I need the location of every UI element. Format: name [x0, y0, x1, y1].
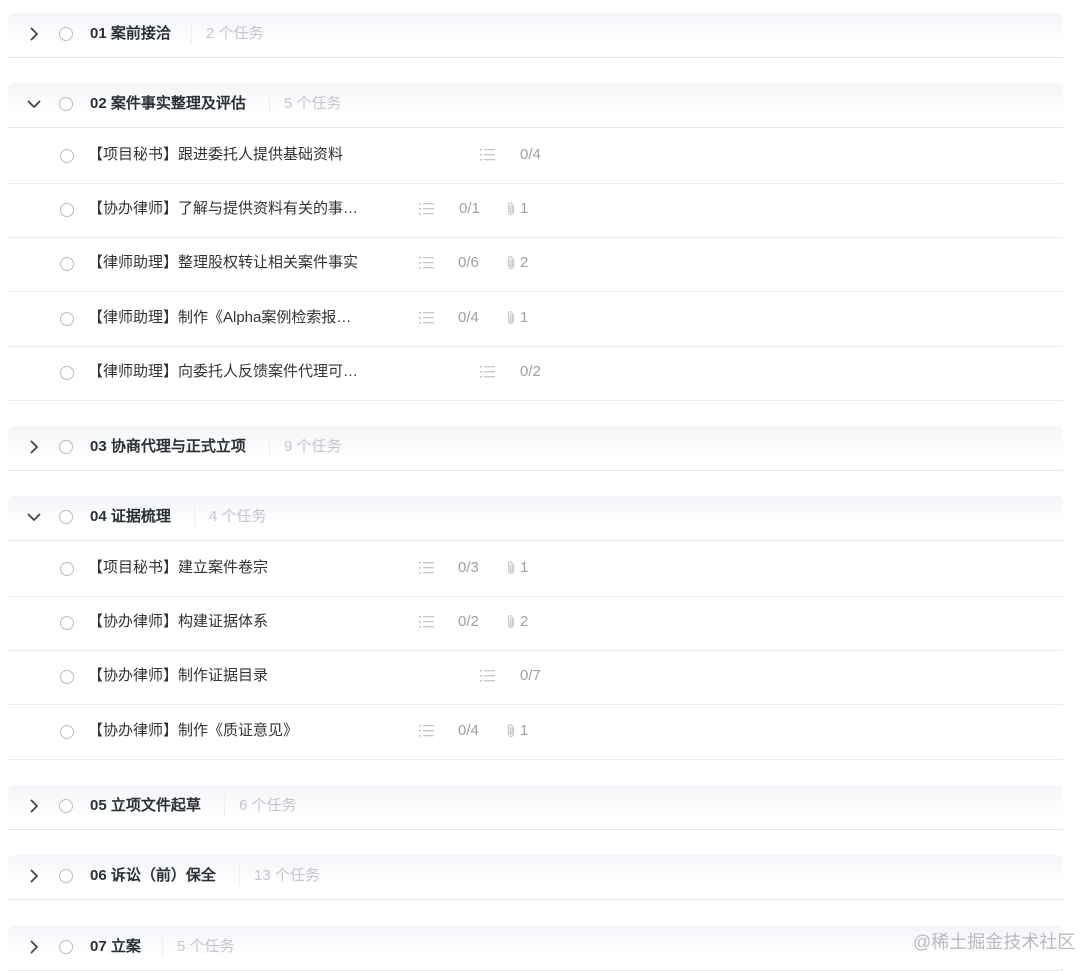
paperclip-icon [505, 310, 517, 326]
subtask-progress: 0/2 [458, 613, 479, 630]
group-title[interactable]: 01 案前接洽 [90, 24, 171, 44]
subtask-progress: 0/4 [520, 146, 541, 163]
group-task-count: 2 个任务 [191, 24, 264, 44]
task-row[interactable]: 【协办律师】制作证据目录 0/7 [8, 650, 1063, 705]
chevron-right-icon[interactable] [24, 937, 44, 957]
chevron-right-icon[interactable] [24, 866, 44, 886]
subtask-progress: 0/3 [458, 559, 479, 576]
task-complete-checkbox[interactable] [60, 616, 74, 630]
group-complete-checkbox[interactable] [59, 97, 73, 111]
list-icon [419, 561, 435, 575]
list-icon [419, 202, 435, 216]
attachment-count: 1 [520, 200, 529, 217]
subtask-progress: 0/4 [458, 722, 479, 739]
attachment-count: 2 [520, 613, 529, 630]
task-title[interactable]: 【律师助理】制作《Alpha案例检索报… [88, 308, 351, 328]
list-icon [419, 311, 435, 325]
task-title[interactable]: 【项目秘书】跟进委托人提供基础资料 [88, 145, 343, 165]
attachment-count: 1 [520, 722, 529, 739]
task-title[interactable]: 【协办律师】了解与提供资料有关的事… [88, 199, 358, 219]
group-title[interactable]: 06 诉讼（前）保全 [90, 866, 216, 886]
task-complete-checkbox[interactable] [60, 312, 74, 326]
subtask-progress: 0/7 [520, 667, 541, 684]
subtask-progress: 0/4 [458, 309, 479, 326]
group-complete-checkbox[interactable] [59, 940, 73, 954]
task-row[interactable]: 【律师助理】整理股权转让相关案件事实 0/6 2 [8, 237, 1063, 292]
paperclip-icon [505, 723, 517, 739]
task-title[interactable]: 【协办律师】构建证据体系 [88, 612, 268, 632]
task-group-header[interactable]: 01 案前接洽 2 个任务 [8, 13, 1063, 58]
group-complete-checkbox[interactable] [59, 799, 73, 813]
group-title[interactable]: 04 证据梳理 [90, 507, 171, 527]
group-complete-checkbox[interactable] [59, 869, 73, 883]
task-complete-checkbox[interactable] [60, 366, 74, 380]
group-title[interactable]: 05 立项文件起草 [90, 796, 201, 816]
group-task-count: 5 个任务 [269, 94, 342, 114]
task-title[interactable]: 【律师助理】整理股权转让相关案件事实 [88, 253, 358, 273]
list-icon [480, 148, 496, 162]
chevron-right-icon[interactable] [24, 437, 44, 457]
task-row[interactable]: 【协办律师】构建证据体系 0/2 2 [8, 596, 1063, 651]
group-title[interactable]: 07 立案 [90, 937, 141, 957]
list-icon [419, 615, 435, 629]
group-complete-checkbox[interactable] [59, 27, 73, 41]
chevron-right-icon[interactable] [24, 24, 44, 44]
task-title[interactable]: 【律师助理】向委托人反馈案件代理可… [88, 362, 358, 382]
list-icon [419, 724, 435, 738]
attachment-count: 1 [520, 309, 529, 326]
list-icon [480, 365, 496, 379]
paperclip-icon [505, 614, 517, 630]
task-row[interactable]: 【协办律师】了解与提供资料有关的事… 0/1 1 [8, 183, 1063, 238]
chevron-right-icon[interactable] [24, 796, 44, 816]
group-complete-checkbox[interactable] [59, 440, 73, 454]
task-row[interactable]: 【项目秘书】跟进委托人提供基础资料 0/4 [8, 129, 1063, 184]
group-task-count: 13 个任务 [239, 866, 320, 886]
subtask-progress: 0/1 [459, 200, 480, 217]
attachment-count: 1 [520, 559, 529, 576]
task-title[interactable]: 【协办律师】制作《质证意见》 [88, 721, 298, 741]
group-task-count: 4 个任务 [194, 507, 267, 527]
chevron-down-icon[interactable] [24, 507, 44, 527]
task-group-header[interactable]: 06 诉讼（前）保全 13 个任务 [8, 855, 1063, 900]
watermark: @稀土掘金技术社区 [913, 932, 1076, 952]
list-icon [480, 669, 496, 683]
task-complete-checkbox[interactable] [60, 149, 74, 163]
group-task-count: 6 个任务 [224, 796, 297, 816]
task-complete-checkbox[interactable] [60, 725, 74, 739]
paperclip-icon [505, 560, 517, 576]
task-group-header[interactable]: 07 立案 5 个任务 [8, 926, 1063, 971]
task-group-header[interactable]: 05 立项文件起草 6 个任务 [8, 785, 1063, 830]
task-complete-checkbox[interactable] [60, 562, 74, 576]
group-complete-checkbox[interactable] [59, 510, 73, 524]
group-title[interactable]: 03 协商代理与正式立项 [90, 437, 246, 457]
task-group-header[interactable]: 03 协商代理与正式立项 9 个任务 [8, 426, 1063, 471]
task-group-header[interactable]: 02 案件事实整理及评估 5 个任务 [8, 83, 1063, 128]
group-title[interactable]: 02 案件事实整理及评估 [90, 94, 246, 114]
task-title[interactable]: 【协办律师】制作证据目录 [88, 666, 268, 686]
paperclip-icon [505, 255, 517, 271]
task-row[interactable]: 【项目秘书】建立案件卷宗 0/3 1 [8, 542, 1063, 597]
task-title[interactable]: 【项目秘书】建立案件卷宗 [88, 558, 268, 578]
group-task-count: 9 个任务 [269, 437, 342, 457]
list-icon [419, 256, 435, 270]
task-row[interactable]: 【律师助理】向委托人反馈案件代理可… 0/2 [8, 346, 1063, 401]
subtask-progress: 0/2 [520, 363, 541, 380]
task-complete-checkbox[interactable] [60, 203, 74, 217]
attachment-count: 2 [520, 254, 529, 271]
task-row[interactable]: 【协办律师】制作《质证意见》 0/4 1 [8, 705, 1063, 760]
chevron-down-icon[interactable] [24, 94, 44, 114]
task-complete-checkbox[interactable] [60, 257, 74, 271]
task-complete-checkbox[interactable] [60, 670, 74, 684]
task-row[interactable]: 【律师助理】制作《Alpha案例检索报… 0/4 1 [8, 292, 1063, 347]
subtask-progress: 0/6 [458, 254, 479, 271]
group-task-count: 5 个任务 [162, 937, 235, 957]
paperclip-icon [505, 201, 517, 217]
task-group-header[interactable]: 04 证据梳理 4 个任务 [8, 496, 1063, 541]
